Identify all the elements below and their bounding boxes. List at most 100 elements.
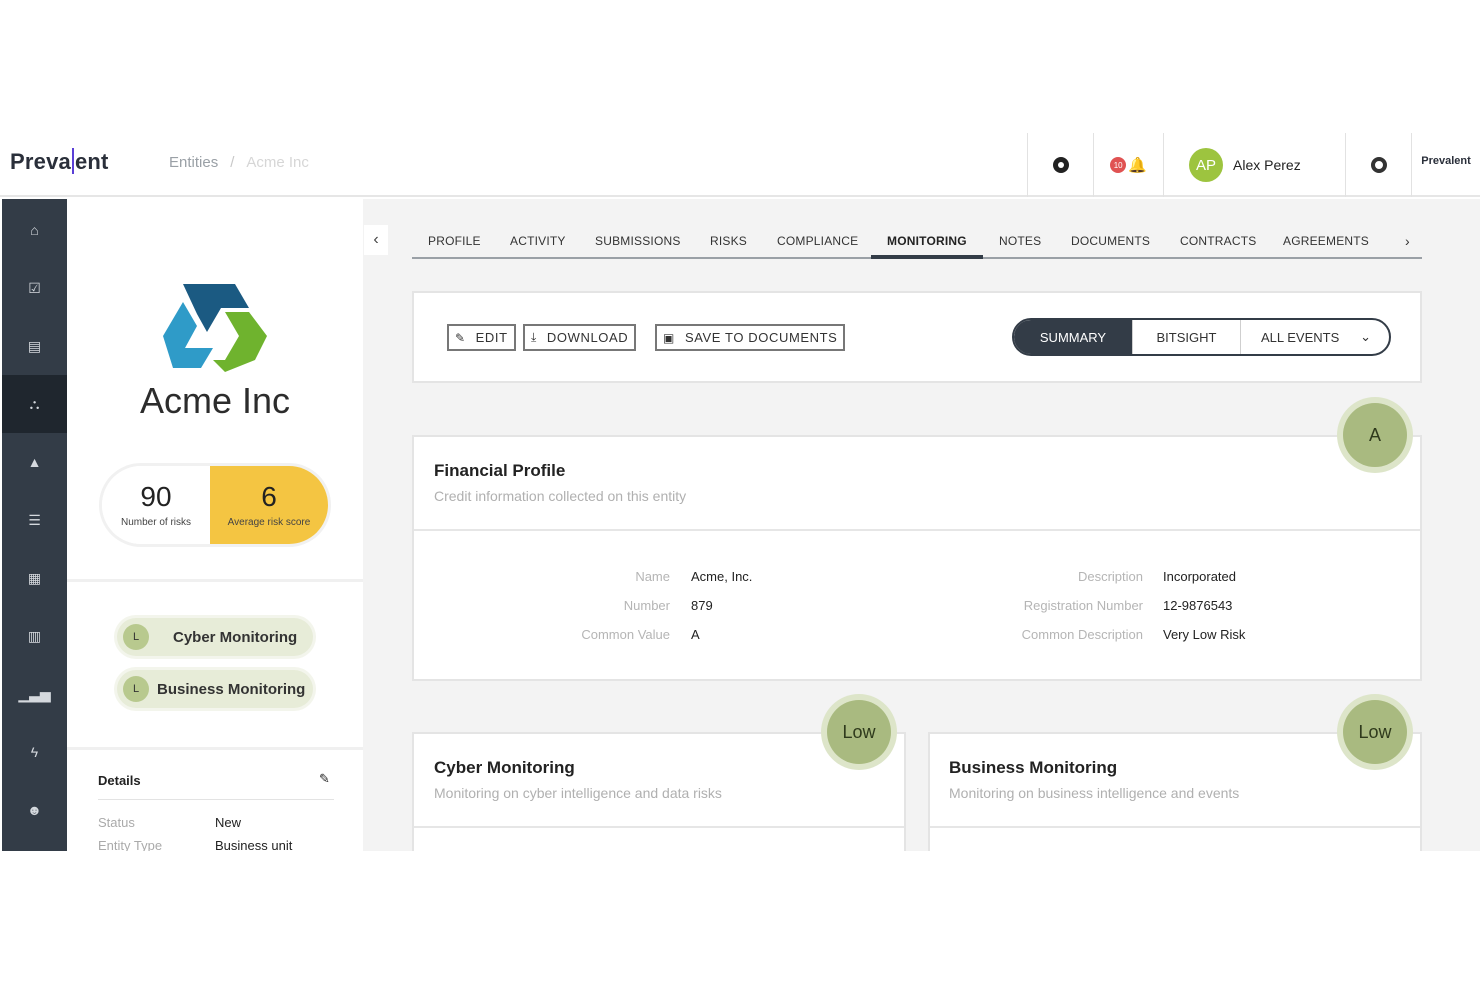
collapse-panel-button[interactable]: ‹ xyxy=(364,225,388,255)
view-summary-button[interactable]: SUMMARY xyxy=(1014,320,1133,354)
tab-profile[interactable]: PROFILE xyxy=(428,234,481,248)
entity-panel: Acme Inc 90 Number of risks 6 Average ri… xyxy=(67,199,363,851)
top-bar: Preva ent Entities / Acme Inc 10 🔔 AP Alex … xyxy=(0,133,1480,197)
save-icon: ▣ xyxy=(663,330,675,345)
field-label: Description xyxy=(1077,569,1143,584)
cyber-monitoring-subtitle: Monitoring on cyber intelligence and dat… xyxy=(434,785,722,801)
details-divider xyxy=(98,799,334,800)
settings-button[interactable] xyxy=(1345,133,1411,197)
risk-icon: ▲ xyxy=(27,454,42,470)
library-icon: ☰ xyxy=(28,511,41,528)
download-button[interactable]: ⤓ DOWNLOAD xyxy=(523,324,637,351)
sidebar-item-analytics[interactable]: ▁▃▅ xyxy=(2,665,67,723)
financial-grade-badge: A xyxy=(1343,403,1407,467)
card-divider xyxy=(414,826,904,828)
field-value: A xyxy=(691,627,700,642)
chevron-down-icon: ⌄ xyxy=(1360,329,1371,344)
entities-icon: ⛬ xyxy=(29,395,40,412)
tabs-next-button[interactable]: › xyxy=(1405,233,1410,249)
detail-value: New xyxy=(215,815,242,830)
panel-divider xyxy=(67,579,363,582)
tab-submissions[interactable]: SUBMISSIONS xyxy=(595,234,681,248)
field-label: Common Value xyxy=(581,627,670,642)
field-label: Common Description xyxy=(1021,627,1143,642)
download-icon: ⤓ xyxy=(531,330,537,344)
risk-count-block[interactable]: 90 Number of risks xyxy=(102,466,210,544)
power-icon: ϟ xyxy=(30,744,39,760)
tab-risks[interactable]: RISKS xyxy=(710,234,747,248)
user-name: Alex Perez xyxy=(1233,157,1301,173)
logo-text-a: Preva xyxy=(10,149,71,174)
help-icon xyxy=(1052,157,1069,173)
sidebar-item-dashboard[interactable]: ⌂ xyxy=(2,201,67,259)
business-grade-badge-large: Low xyxy=(1343,700,1407,764)
active-tab-indicator xyxy=(871,255,983,259)
sidebar-item-tasks[interactable]: ☑ xyxy=(2,259,67,317)
chevron-right-icon: › xyxy=(1405,233,1410,249)
tab-compliance[interactable]: COMPLIANCE xyxy=(777,234,858,248)
cyber-grade-badge: L xyxy=(123,624,149,650)
user-menu[interactable]: AP Alex Perez xyxy=(1163,133,1345,197)
all-events-dropdown[interactable]: ALL EVENTS ⌄ xyxy=(1241,320,1389,354)
breadcrumb-separator: / xyxy=(230,154,235,171)
business-monitoring-subtitle: Monitoring on business intelligence and … xyxy=(949,785,1240,801)
cyber-monitoring-label: Cyber Monitoring xyxy=(173,628,298,646)
breadcrumb-entities[interactable]: Entities xyxy=(169,154,218,171)
chevron-left-icon: ‹ xyxy=(373,231,379,248)
cyber-monitoring-title: Cyber Monitoring xyxy=(434,758,575,777)
tab-notes[interactable]: NOTES xyxy=(999,234,1041,248)
sidebar-item-documents[interactable]: ▤ xyxy=(2,317,67,375)
business-monitoring-title: Business Monitoring xyxy=(949,758,1118,777)
tab-monitoring[interactable]: MONITORING xyxy=(887,234,967,248)
sidebar-item-table[interactable]: ▥ xyxy=(2,607,67,665)
tab-activity[interactable]: ACTIVITY xyxy=(510,234,566,248)
financial-profile-subtitle: Credit information collected on this ent… xyxy=(434,488,687,504)
sidebar-item-power[interactable]: ϟ xyxy=(2,723,67,781)
card-divider xyxy=(930,826,1420,828)
avg-score-label: Average risk score xyxy=(227,516,311,528)
sidebar-item-risks[interactable]: ▲ xyxy=(2,433,67,491)
tasks-icon: ☑ xyxy=(28,279,41,296)
cyber-monitoring-pill[interactable]: L Cyber Monitoring xyxy=(117,618,313,656)
logo-text-b: ent xyxy=(74,149,109,174)
prevalent-logo[interactable]: Preva ent xyxy=(10,148,109,175)
save-to-documents-button[interactable]: ▣ SAVE TO DOCUMENTS xyxy=(655,324,846,351)
table-icon: ▥ xyxy=(27,627,42,644)
tab-contracts[interactable]: CONTRACTS xyxy=(1180,234,1256,248)
business-grade-badge: L xyxy=(123,676,149,702)
help-button[interactable] xyxy=(1027,133,1093,197)
acme-logo xyxy=(163,284,267,372)
detail-value: Business unit xyxy=(215,838,293,851)
edit-button[interactable]: ✎ EDIT xyxy=(447,324,516,351)
panel-divider xyxy=(67,747,363,750)
users-icon: ☻ xyxy=(27,802,42,818)
dashboard-icon: ⌂ xyxy=(30,222,39,238)
edit-details-pencil-icon[interactable]: ✎ xyxy=(319,771,330,787)
risk-count: 90 xyxy=(140,481,172,513)
sidebar-item-users[interactable]: ☻ xyxy=(2,781,67,839)
notification-badge: 10 xyxy=(1110,157,1127,173)
sidebar-item-entities[interactable]: ⛬ xyxy=(2,375,67,433)
logo-bar xyxy=(71,148,74,174)
download-label: DOWNLOAD xyxy=(546,330,629,345)
app-window: Preva ent Entities / Acme Inc 10 🔔 AP Alex … xyxy=(0,133,1480,851)
notifications-button[interactable]: 10 🔔 xyxy=(1093,133,1163,197)
field-value: 12-9876543 xyxy=(1163,598,1233,613)
business-monitoring-pill[interactable]: L Business Monitoring xyxy=(117,670,313,708)
breadcrumb-current: Acme Inc xyxy=(246,154,309,171)
card-divider xyxy=(414,529,1420,531)
mini-logo: Prevalent xyxy=(1421,155,1471,167)
avg-score-block[interactable]: 6 Average risk score xyxy=(210,466,328,544)
tab-documents[interactable]: DOCUMENTS xyxy=(1071,234,1150,248)
breadcrumb: Entities / Acme Inc xyxy=(169,154,309,171)
analytics-icon: ▁▃▅ xyxy=(18,685,51,702)
sidebar-item-calendar[interactable]: ▦ xyxy=(2,549,67,607)
risk-score-summary: 90 Number of risks 6 Average risk score xyxy=(102,466,328,544)
tab-agreements[interactable]: AGREEMENTS xyxy=(1283,234,1369,248)
view-bitsight-button[interactable]: BITSIGHT xyxy=(1133,320,1241,354)
all-events-label: ALL EVENTS xyxy=(1261,329,1340,345)
avg-score: 6 xyxy=(261,481,277,513)
calendar-icon: ▦ xyxy=(27,569,42,586)
sidebar-item-library[interactable]: ☰ xyxy=(2,491,67,549)
view-switcher: SUMMARY BITSIGHT ALL EVENTS ⌄ xyxy=(1012,318,1391,356)
